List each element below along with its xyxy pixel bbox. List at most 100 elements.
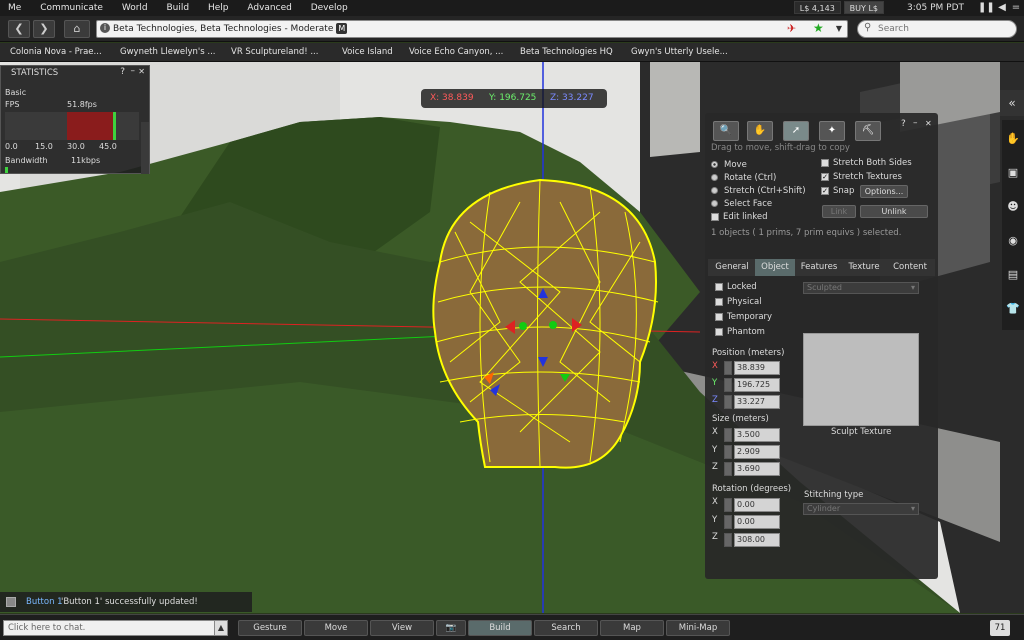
help-icon[interactable]: ? (120, 67, 125, 77)
build-button[interactable]: Build (468, 620, 532, 636)
forward-button[interactable]: ❯ (33, 20, 55, 38)
menu-world[interactable]: World (114, 0, 156, 16)
tab-general[interactable]: General (711, 259, 753, 276)
physical-checkbox[interactable]: Physical (715, 297, 762, 307)
options-button[interactable]: Options... (860, 185, 908, 198)
position-y-spinner[interactable] (724, 378, 732, 392)
prim-type-dropdown[interactable]: Sculpted ▾ (803, 282, 919, 294)
menu-build[interactable]: Build (159, 0, 198, 16)
help-icon[interactable]: ? (901, 119, 906, 129)
tab-texture[interactable]: Texture (843, 259, 885, 276)
statistics-title[interactable]: STATISTICS (1, 66, 149, 80)
buy-currency-button[interactable]: BUY L$ (843, 1, 884, 14)
close-icon[interactable]: ✕ (925, 119, 932, 128)
mini-map-button[interactable]: Mini-Map (666, 620, 730, 636)
balance-amount[interactable]: L$ 4,143 (793, 1, 841, 14)
favorite-link[interactable]: Gwyn's Utterly Usele... (631, 43, 728, 62)
position-x-field[interactable]: 38.839 (734, 361, 780, 375)
phantom-checkbox[interactable]: Phantom (715, 327, 765, 337)
position-z-spinner[interactable] (724, 395, 732, 409)
unlink-button[interactable]: Unlink (860, 205, 928, 218)
link-button[interactable]: Link (822, 205, 856, 218)
scrollbar[interactable] (141, 122, 149, 174)
menu-help[interactable]: Help (200, 0, 237, 16)
snapshot-button[interactable]: 📷 (436, 620, 466, 636)
favorite-link[interactable]: VR Sculptureland! ... (231, 43, 318, 62)
search-button[interactable]: Search (534, 620, 598, 636)
minimize-icon[interactable]: – (913, 118, 918, 128)
move-button[interactable]: Move (304, 620, 368, 636)
rotation-z-spinner[interactable] (724, 533, 732, 547)
inventory-icon[interactable]: ▤ (1004, 266, 1022, 284)
stretch-textures-checkbox[interactable]: ✓ Stretch Textures (821, 172, 902, 182)
favorite-link[interactable]: Voice Echo Canyon, ... (409, 43, 503, 62)
home-button[interactable]: ⌂ (64, 20, 90, 38)
collapse-sidebar-button[interactable]: « (1000, 90, 1024, 116)
favorite-link[interactable]: Voice Island (342, 43, 393, 62)
grab-tool-button[interactable]: ✋ (747, 121, 773, 141)
size-y-spinner[interactable] (724, 445, 732, 459)
volume-icon[interactable]: ◀ (996, 1, 1008, 15)
menu-develop[interactable]: Develop (303, 0, 356, 16)
stretch-both-checkbox[interactable]: Stretch Both Sides (821, 158, 912, 168)
size-x-field[interactable]: 3.500 (734, 428, 780, 442)
notification-count-badge[interactable]: 71 (990, 620, 1010, 636)
temporary-checkbox[interactable]: Temporary (715, 312, 772, 322)
rotation-x-spinner[interactable] (724, 498, 732, 512)
appearance-shirt-icon[interactable]: 👕 (1004, 300, 1022, 318)
land-tool-button[interactable]: ⛏ (855, 121, 881, 141)
menu-advanced[interactable]: Advanced (239, 0, 299, 16)
size-z-field[interactable]: 3.690 (734, 462, 780, 476)
info-icon[interactable]: i (100, 23, 110, 33)
menu-me[interactable]: Me (0, 0, 29, 16)
position-y-field[interactable]: 196.725 (734, 378, 780, 392)
map-button[interactable]: Map (600, 620, 664, 636)
snap-checkbox[interactable]: ✓ Snap (821, 186, 854, 196)
mode-move[interactable]: Move (711, 160, 747, 170)
edit-tool-button[interactable]: ➚ (783, 121, 809, 141)
tab-object[interactable]: Object (755, 259, 795, 276)
menu-communicate[interactable]: Communicate (32, 0, 111, 16)
close-icon[interactable]: ✕ (138, 67, 145, 76)
stitching-type-dropdown[interactable]: Cylinder ▾ (803, 503, 919, 515)
favorite-link[interactable]: Gwyneth Llewelyn's ... (120, 43, 215, 62)
mode-stretch[interactable]: Stretch (Ctrl+Shift) (711, 186, 806, 196)
pause-media-icon[interactable]: ❚❚ (978, 1, 995, 15)
volume-level-icon[interactable]: = (1010, 1, 1022, 15)
gesture-button[interactable]: Gesture (238, 620, 302, 636)
position-z-field[interactable]: 33.227 (734, 395, 780, 409)
stats-section-basic[interactable]: Basic (5, 88, 26, 97)
edit-linked-checkbox[interactable]: Edit linked (711, 212, 768, 222)
rotation-z-field[interactable]: 308.00 (734, 533, 780, 547)
favorite-link[interactable]: Beta Technologies HQ (520, 43, 613, 62)
chat-input[interactable]: Click here to chat. (3, 620, 215, 636)
rotation-y-spinner[interactable] (724, 515, 732, 529)
people-icon[interactable]: ☻ (1004, 198, 1022, 216)
mode-rotate[interactable]: Rotate (Ctrl) (711, 173, 776, 183)
size-y-field[interactable]: 2.909 (734, 445, 780, 459)
chevron-down-icon[interactable]: ▼ (833, 22, 845, 36)
create-tool-button[interactable]: ✦ (819, 121, 845, 141)
tab-content[interactable]: Content (887, 259, 933, 276)
search-box[interactable]: ⚲ (857, 20, 1017, 38)
position-x-spinner[interactable] (724, 361, 732, 375)
sculpt-texture-swatch[interactable] (803, 333, 919, 426)
mode-select-face[interactable]: Select Face (711, 199, 772, 209)
search-input[interactable] (878, 22, 1008, 36)
notification-object-link[interactable]: Button 1 (26, 592, 63, 612)
rotation-y-field[interactable]: 0.00 (734, 515, 780, 529)
minimize-icon[interactable]: – (131, 66, 136, 76)
profile-card-icon[interactable]: ▣ (1004, 164, 1022, 182)
places-globe-icon[interactable]: ◉ (1004, 232, 1022, 250)
focus-tool-button[interactable]: 🔍 (713, 121, 739, 141)
favorite-link[interactable]: Colonia Nova - Prae... (10, 43, 102, 62)
chat-type-dropdown[interactable]: ▲ (214, 620, 228, 636)
rotation-x-field[interactable]: 0.00 (734, 498, 780, 512)
view-button[interactable]: View (370, 620, 434, 636)
hand-icon[interactable]: ✋ (1004, 130, 1022, 148)
size-x-spinner[interactable] (724, 428, 732, 442)
location-field[interactable]: i Beta Technologies, Beta Technologies -… (96, 20, 848, 38)
locked-checkbox[interactable]: Locked (715, 282, 757, 292)
back-button[interactable]: ❮ (8, 20, 30, 38)
tab-features[interactable]: Features (797, 259, 841, 276)
